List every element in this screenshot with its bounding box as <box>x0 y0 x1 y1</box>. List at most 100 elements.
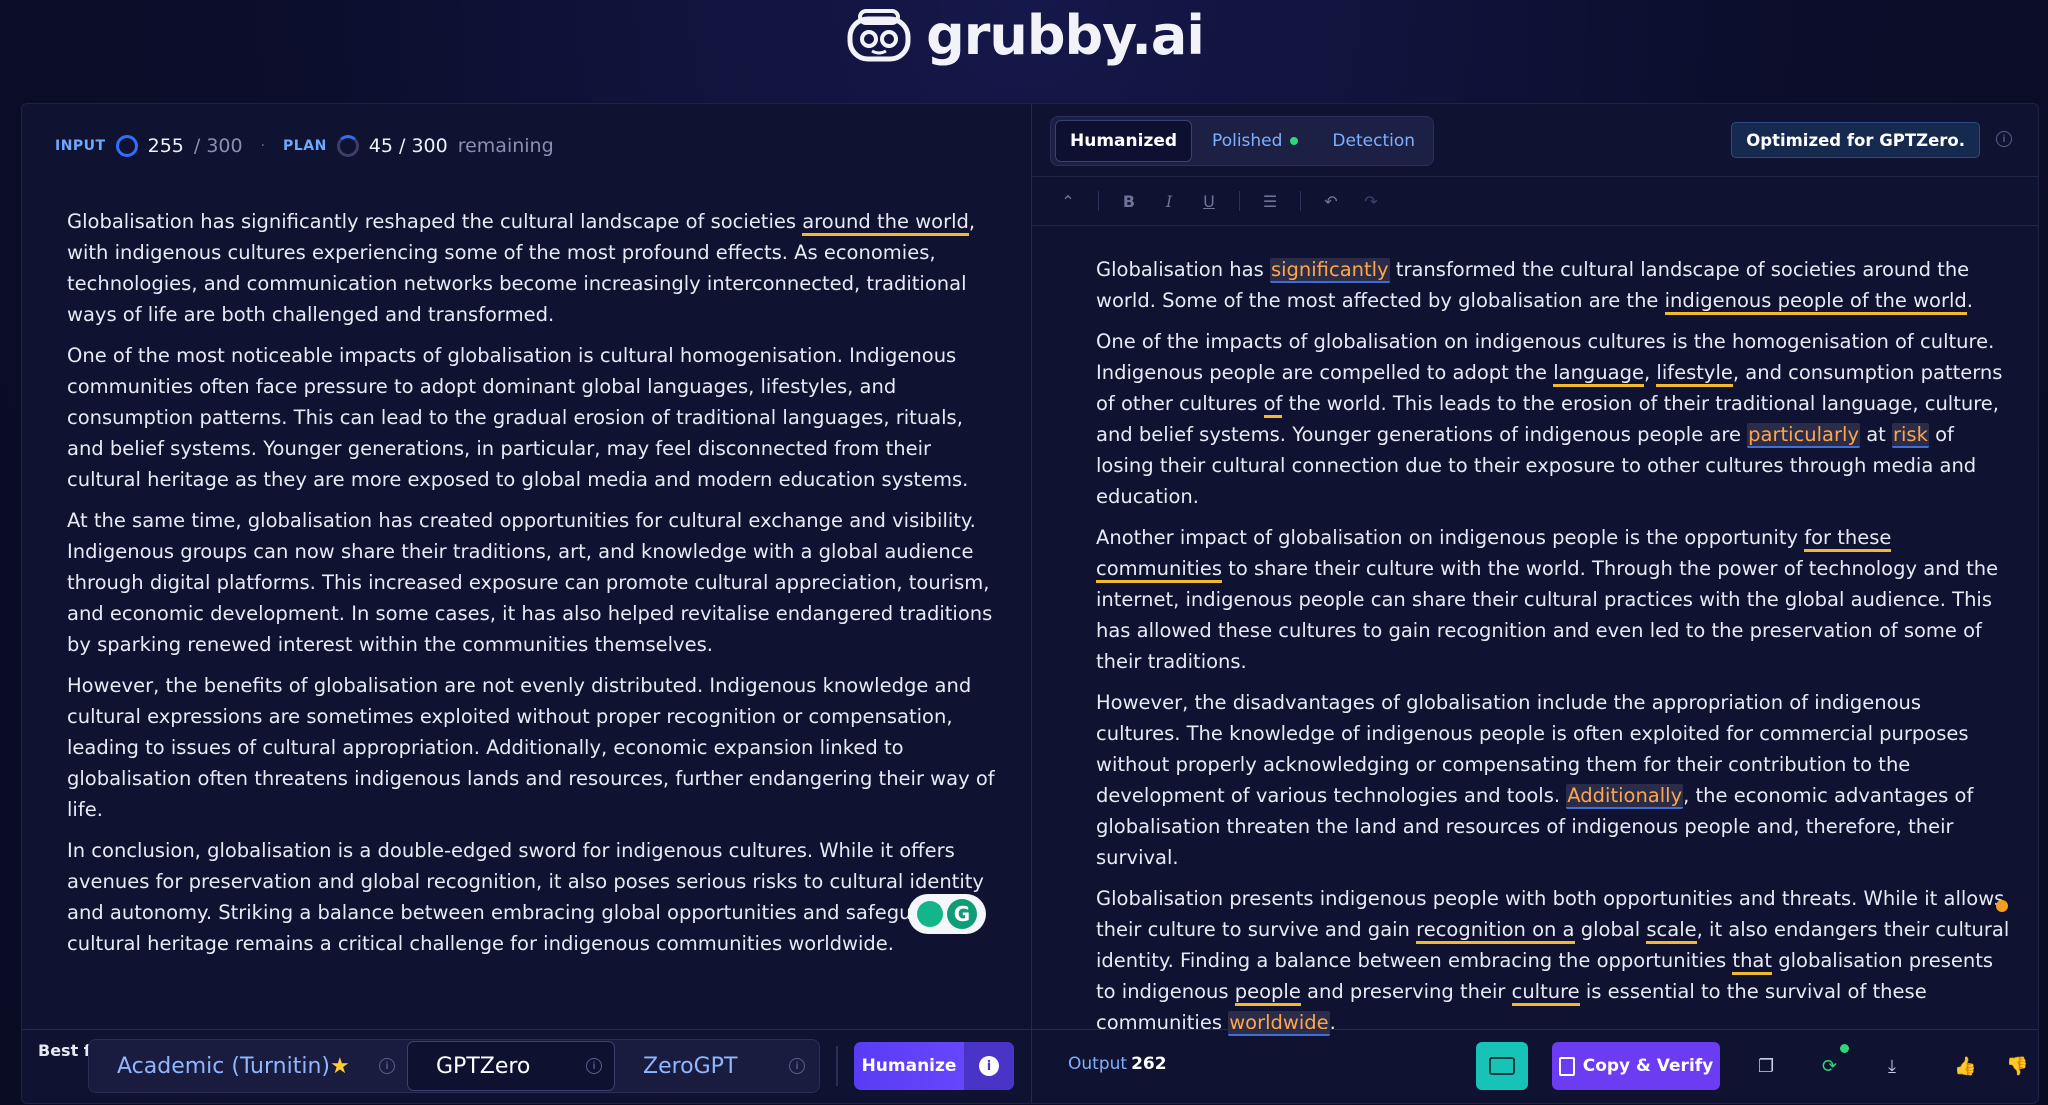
status-dot-icon[interactable] <box>1996 900 2008 912</box>
text-segment: at <box>1860 423 1892 446</box>
input-paragraph: At the same time, globalisation has crea… <box>67 509 993 656</box>
info-icon: i <box>979 1056 999 1076</box>
keyboard-icon <box>1489 1057 1515 1075</box>
info-icon[interactable]: i <box>1996 131 2012 147</box>
bold-icon[interactable]: B <box>1119 192 1139 211</box>
usage-stats: INPUT 255 / 300 · PLAN 45 / 300 remainin… <box>55 126 554 166</box>
humanize-label: Humanize <box>861 1056 957 1076</box>
main-panel: INPUT 255 / 300 · PLAN 45 / 300 remainin… <box>21 103 2039 1104</box>
status-dot-icon <box>1290 137 1299 145</box>
plan-remaining: remaining <box>457 135 554 157</box>
plan-progress-icon <box>336 135 359 157</box>
clipboard-icon[interactable]: ❐ <box>1758 1056 1774 1077</box>
underlined-phrase[interactable]: of <box>1263 392 1283 418</box>
tab-label: Polished <box>1212 131 1283 151</box>
copy-verify-button[interactable]: Copy & Verify <box>1552 1042 1720 1090</box>
toolbar-divider <box>1239 191 1240 211</box>
tab-humanized[interactable]: Humanized <box>1055 120 1193 162</box>
output-paragraph: One of the impacts of globalisation on i… <box>1096 326 2011 512</box>
info-icon[interactable]: i <box>379 1058 395 1074</box>
underlined-phrase[interactable]: that <box>1732 949 1773 975</box>
toolbar-divider <box>1300 191 1301 211</box>
mode-gptzero[interactable]: GPTZero i <box>407 1041 615 1091</box>
text-segment: Globalisation has significantly reshaped… <box>67 210 803 233</box>
bulb-icon[interactable] <box>917 901 943 927</box>
output-paragraph: Globalisation has significantly transfor… <box>1096 254 2011 316</box>
input-column: INPUT 255 / 300 · PLAN 45 / 300 remainin… <box>22 104 1031 1103</box>
underlined-phrase[interactable]: lifestyle <box>1656 361 1733 387</box>
output-column: Humanized Polished Detection Optimized f… <box>1032 104 2038 1103</box>
input-label: INPUT <box>55 138 106 154</box>
thumbs-down-icon[interactable]: 👎 <box>2006 1056 2028 1077</box>
brand-name: grubby.ai <box>926 3 1205 67</box>
text-segment: Globalisation has <box>1096 258 1270 281</box>
italic-icon[interactable]: I <box>1159 192 1179 211</box>
mode-label: GPTZero <box>436 1053 531 1079</box>
robot-icon <box>847 9 911 62</box>
mode-label: Academic (Turnitin) <box>117 1053 330 1079</box>
plan-label: PLAN <box>283 138 327 154</box>
underline-icon[interactable]: U <box>1199 192 1219 211</box>
thumbs-up-icon[interactable]: 👍 <box>1954 1056 1976 1077</box>
mode-zerogpt[interactable]: ZeroGPT i <box>615 1041 817 1091</box>
optimized-badge[interactable]: Optimized for GPTZero. <box>1731 122 1980 158</box>
mode-selector: Academic (Turnitin)★ i GPTZero i ZeroGPT… <box>88 1039 820 1093</box>
grammarly-badge[interactable]: G <box>908 894 986 934</box>
download-icon[interactable]: ⤓ <box>1888 1056 1896 1077</box>
underlined-phrase[interactable]: around the world <box>802 210 969 236</box>
output-tabs: Humanized Polished Detection <box>1050 116 1435 166</box>
humanize-bar: Best for: Academic (Turnitin)★ i GPTZero… <box>22 1029 1031 1103</box>
text-segment: . <box>1966 289 1973 312</box>
underlined-phrase[interactable]: culture <box>1511 980 1580 1006</box>
refresh-icon[interactable]: ⟳ <box>1822 1056 1837 1077</box>
underlined-phrase[interactable]: people <box>1234 980 1301 1006</box>
text-segment: , <box>1644 361 1657 384</box>
underlined-phrase[interactable]: indigenous people of the world <box>1664 289 1967 315</box>
output-bar: Output 262 Copy & Verify ❐ ⟳ ⤓ 👍 👎 <box>1032 1029 2038 1103</box>
text-segment: Another impact of globalisation on indig… <box>1096 526 1805 549</box>
text-segment: global <box>1574 918 1647 941</box>
input-paragraph: In conclusion, globalisation is a double… <box>67 839 984 955</box>
undo-icon[interactable]: ↶ <box>1321 192 1341 211</box>
info-icon[interactable]: i <box>586 1058 602 1074</box>
output-paragraph: However, the disadvantages of globalisat… <box>1096 687 2011 873</box>
output-label: Output <box>1068 1054 1128 1074</box>
star-icon: ★ <box>329 1053 350 1079</box>
collapse-icon[interactable]: ⌃ <box>1058 192 1078 211</box>
grammarly-icon[interactable]: G <box>947 899 977 929</box>
copy-verify-label: Copy & Verify <box>1582 1056 1714 1076</box>
input-count: 255 <box>147 135 184 157</box>
underlined-phrase[interactable]: recognition on a <box>1416 918 1575 944</box>
redo-icon[interactable]: ↷ <box>1361 192 1381 211</box>
editor-toolbar: ⌃ B I U ☰ ↶ ↷ <box>1032 176 2038 226</box>
underlined-phrase[interactable]: scale <box>1646 918 1697 944</box>
highlighted-word[interactable]: particularly <box>1747 423 1860 448</box>
input-progress-icon <box>115 135 138 157</box>
list-icon[interactable]: ☰ <box>1260 192 1280 211</box>
output-paragraph: Another impact of globalisation on indig… <box>1096 522 2011 677</box>
copy-icon <box>1558 1056 1575 1076</box>
input-paragraph: One of the most noticeable impacts of gl… <box>67 344 969 491</box>
notification-dot <box>1840 1044 1849 1053</box>
plan-count: 45 / 300 <box>368 135 448 157</box>
input-paragraph: Globalisation has significantly reshaped… <box>67 206 997 330</box>
highlighted-word[interactable]: risk <box>1892 423 1929 448</box>
highlighted-word[interactable]: significantly <box>1269 258 1390 283</box>
input-text-area[interactable]: Globalisation has significantly reshaped… <box>67 206 997 969</box>
text-segment: to share their culture with the world. T… <box>1096 557 1999 673</box>
underlined-phrase[interactable]: language <box>1553 361 1644 387</box>
input-total: / 300 <box>193 135 243 157</box>
mode-academic-turnitin[interactable]: Academic (Turnitin)★ i <box>89 1041 407 1091</box>
humanize-button[interactable]: Humanize i <box>854 1042 1014 1090</box>
tab-detection[interactable]: Detection <box>1318 121 1429 161</box>
output-text-area[interactable]: Globalisation has significantly transfor… <box>1096 254 2011 1048</box>
highlighted-word[interactable]: Additionally <box>1566 784 1684 809</box>
info-icon[interactable]: i <box>789 1058 805 1074</box>
text-segment: and preserving their <box>1300 980 1512 1003</box>
output-count: Output 262 <box>1068 1054 1167 1074</box>
humanize-info-button[interactable]: i <box>964 1042 1014 1090</box>
keyboard-button[interactable] <box>1476 1042 1528 1090</box>
tab-polished[interactable]: Polished <box>1198 121 1312 161</box>
output-paragraph: Globalisation presents indigenous people… <box>1096 883 2011 1038</box>
separator-dot: · <box>260 138 266 154</box>
